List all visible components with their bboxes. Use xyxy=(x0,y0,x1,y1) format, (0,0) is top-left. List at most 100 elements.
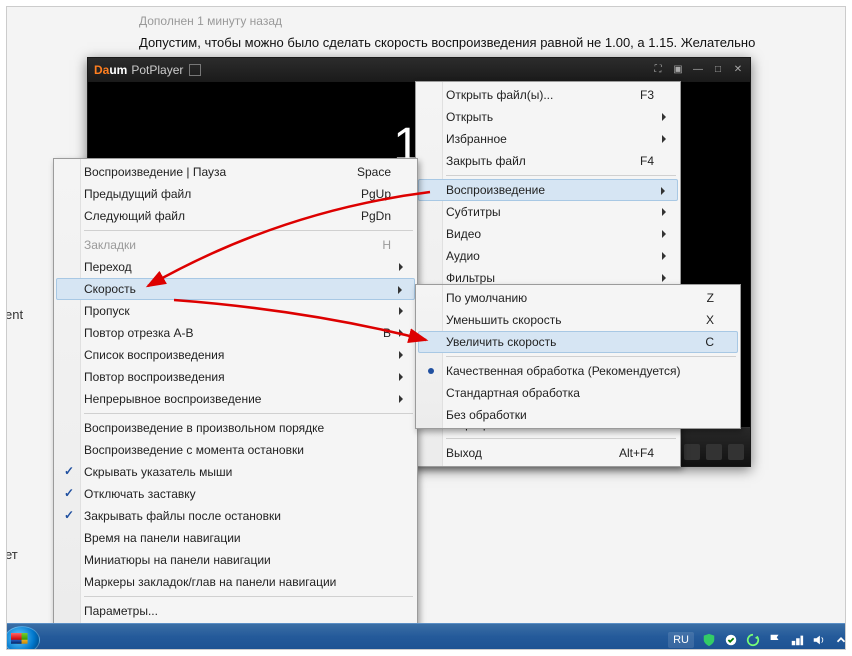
menu_play-item-15[interactable]: Скрывать указатель мыши xyxy=(56,461,415,483)
menu-item-label: Отключать заставку xyxy=(84,487,196,501)
menu_main-item-1[interactable]: Открыть xyxy=(418,106,678,128)
menu-item-label: Повтор воспроизведения xyxy=(84,370,225,384)
menu_main-item-0[interactable]: Открыть файл(ы)... F3 xyxy=(418,84,678,106)
tray-update-icon[interactable] xyxy=(746,633,760,647)
tray-action-icon[interactable] xyxy=(724,633,738,647)
app-logo: Daum xyxy=(94,63,127,77)
menu-item-label: Воспроизведение в произвольном порядке xyxy=(84,421,324,435)
menu-item-label: Список воспроизведения xyxy=(84,348,224,362)
menu_speed-item-6[interactable]: Без обработки xyxy=(418,404,738,426)
menu-item-label: Без обработки xyxy=(446,408,527,422)
menu-item-label: Избранное xyxy=(446,132,507,146)
sidebar-fragment: ent xyxy=(5,307,23,322)
menu_main-item-5[interactable]: Воспроизведение xyxy=(418,179,678,201)
fullscreen-icon[interactable]: ⛶ xyxy=(652,64,664,76)
info-icon[interactable] xyxy=(728,444,744,460)
menu_main-item-2[interactable]: Избранное xyxy=(418,128,678,150)
menu_play-item-19[interactable]: Миниатюры на панели навигации xyxy=(56,549,415,571)
menu_play-item-7[interactable]: Пропуск xyxy=(56,300,415,322)
tray-flag-icon[interactable] xyxy=(768,633,782,647)
menu_main-item-7[interactable]: Видео xyxy=(418,223,678,245)
maximize-icon[interactable]: □ xyxy=(712,64,724,76)
menu-separator xyxy=(84,413,413,414)
context-menu-speed[interactable]: По умолчаниюZ Уменьшить скорость X Увеличит… xyxy=(415,284,741,429)
settings-icon[interactable] xyxy=(706,444,722,460)
minimize-icon[interactable]: — xyxy=(692,64,704,76)
menu_play-item-9[interactable]: Список воспроизведения xyxy=(56,344,415,366)
menu-item-label: Время на панели навигации xyxy=(84,531,241,545)
menu-item-hotkey: Space xyxy=(333,165,391,179)
close-icon[interactable]: ✕ xyxy=(732,64,744,76)
dropdown-icon[interactable] xyxy=(189,64,201,76)
menu-item-hotkey: PgUp xyxy=(337,187,391,201)
menu_main-item-3[interactable]: Закрыть файлF4 xyxy=(418,150,678,172)
menu-item-hotkey: H xyxy=(358,238,391,252)
titlebar[interactable]: Daum PotPlayer ⛶ ▣ — □ ✕ xyxy=(88,58,750,82)
menu-item-label: Параметры... xyxy=(84,604,158,618)
menu-item-label: Непрерывное воспроизведение xyxy=(84,392,261,406)
menu_play-item-1[interactable]: Предыдущий файлPgUp xyxy=(56,183,415,205)
menu_main-item-8[interactable]: Аудио xyxy=(418,245,678,267)
menu-item-label: Миниатюры на панели навигации xyxy=(84,553,271,567)
menu_main-item-19[interactable]: Выход Alt+F4 xyxy=(418,442,678,464)
menu_speed-item-5[interactable]: Стандартная обработка xyxy=(418,382,738,404)
menu_play-item-13[interactable]: Воспроизведение в произвольном порядке xyxy=(56,417,415,439)
menu-item-hotkey: Alt+F4 xyxy=(595,446,654,460)
menu-item-label: Стандартная обработка xyxy=(446,386,580,400)
menu-item-label: Следующий файл xyxy=(84,209,185,223)
menu-separator xyxy=(84,596,413,597)
tray-volume-icon[interactable] xyxy=(812,633,826,647)
menu-item-hotkey: B xyxy=(359,326,391,340)
menu-item-label: Повтор отрезка A-B xyxy=(84,326,193,340)
menu-separator xyxy=(446,356,736,357)
menu_play-item-2[interactable]: Следующий файл PgDn xyxy=(56,205,415,227)
tray-shield-icon[interactable] xyxy=(702,633,716,647)
menu_play-item-5[interactable]: Переход xyxy=(56,256,415,278)
menu-separator xyxy=(84,230,413,231)
menu_play-item-6[interactable]: Скорость xyxy=(56,278,415,300)
system-tray[interactable]: RU xyxy=(668,632,848,648)
menu-item-label: Маркеры закладок/глав на панели навигаци… xyxy=(84,575,336,589)
menu-separator xyxy=(446,175,676,176)
ontop-icon[interactable]: ▣ xyxy=(672,64,684,76)
language-indicator[interactable]: RU xyxy=(668,632,694,648)
menu_speed-item-4[interactable]: Качественная обработка (Рекомендуется) xyxy=(418,360,738,382)
start-button[interactable] xyxy=(4,626,40,654)
windows-taskbar[interactable]: RU xyxy=(0,623,852,656)
menu_play-item-18[interactable]: Время на панели навигации xyxy=(56,527,415,549)
menu-item-label: Субтитры xyxy=(446,205,501,219)
menu_speed-item-0[interactable]: По умолчаниюZ xyxy=(418,287,738,309)
menu_play-item-8[interactable]: Повтор отрезка A-B B xyxy=(56,322,415,344)
menu_play-item-0[interactable]: Воспроизведение | ПаузаSpace xyxy=(56,161,415,183)
menu_play-item-20[interactable]: Маркеры закладок/глав на панели навигаци… xyxy=(56,571,415,593)
menu_play-item-10[interactable]: Повтор воспроизведения xyxy=(56,366,415,388)
menu_speed-item-2[interactable]: Увеличить скоростьC xyxy=(418,331,738,353)
playlist-icon[interactable] xyxy=(684,444,700,460)
menu-item-hotkey: F3 xyxy=(616,88,654,102)
menu_play-item-22[interactable]: Параметры... xyxy=(56,600,415,622)
menu-item-hotkey: X xyxy=(682,313,714,327)
menu-item-label: Скрывать указатель мыши xyxy=(84,465,232,479)
menu-item-hotkey: F4 xyxy=(616,154,654,168)
tray-chevron-icon[interactable] xyxy=(834,633,848,647)
menu_play-item-11[interactable]: Непрерывное воспроизведение xyxy=(56,388,415,410)
menu-item-label: Закрывать файлы после остановки xyxy=(84,509,281,523)
menu-item-label: Пропуск xyxy=(84,304,130,318)
menu_play-item-17[interactable]: Закрывать файлы после остановки xyxy=(56,505,415,527)
menu-item-label: Воспроизведение xyxy=(446,183,545,197)
menu_play-item-14[interactable]: Воспроизведение с момента остановки xyxy=(56,439,415,461)
menu_speed-item-1[interactable]: Уменьшить скорость X xyxy=(418,309,738,331)
menu-item-label: Увеличить скорость xyxy=(446,335,556,349)
post-body: Допустим, чтобы можно было сделать скоро… xyxy=(139,34,842,52)
menu_play-item-16[interactable]: Отключать заставку xyxy=(56,483,415,505)
menu-separator xyxy=(446,438,676,439)
menu-item-label: Выход xyxy=(446,446,482,460)
tray-network-icon[interactable] xyxy=(790,633,804,647)
menu-item-label: Открыть файл(ы)... xyxy=(446,88,553,102)
menu-item-hotkey: Z xyxy=(683,291,714,305)
menu-item-label: Уменьшить скорость xyxy=(446,313,561,327)
context-menu-playback[interactable]: Воспроизведение | ПаузаSpaceПредыдущий ф… xyxy=(53,158,418,625)
menu_play-item-4: ЗакладкиH xyxy=(56,234,415,256)
menu_main-item-6[interactable]: Субтитры xyxy=(418,201,678,223)
menu-item-hotkey: PgDn xyxy=(337,209,391,223)
